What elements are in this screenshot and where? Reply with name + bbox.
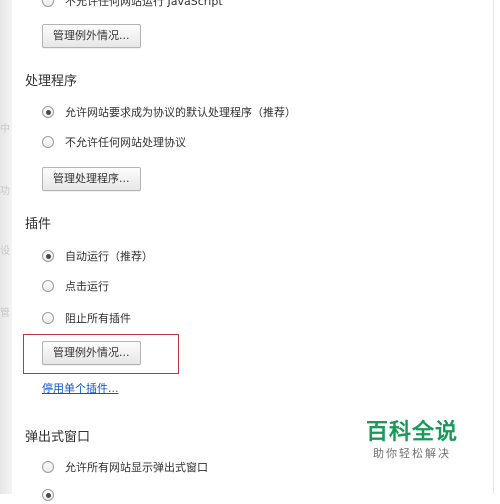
radio-button[interactable] bbox=[42, 136, 54, 148]
sidebar-ghost-glyph: 功 bbox=[0, 186, 10, 197]
radio-label: 自动运行（推荐） bbox=[65, 250, 153, 263]
manage-handlers-button[interactable]: 管理处理程序... bbox=[42, 167, 141, 191]
radio-popups-allow-all[interactable]: 允许所有网站显示弹出式窗口 bbox=[42, 458, 208, 476]
radio-plugins-auto[interactable]: 自动运行（推荐） bbox=[42, 247, 153, 265]
radio-label: 允许所有网站显示弹出式窗口 bbox=[65, 461, 208, 474]
watermark-title: 百科全说 bbox=[365, 420, 458, 445]
radio-handlers-block[interactable]: 不允许任何网站处理协议 bbox=[42, 133, 186, 151]
radio-label: 点击运行 bbox=[65, 280, 109, 293]
radio-label: 允许网站要求成为协议的默认处理程序（推荐） bbox=[65, 106, 296, 119]
radio-label: 不允许任何网站运行 JavaScript bbox=[65, 0, 223, 8]
watermark-subtitle: 助你轻松解决 bbox=[373, 447, 451, 460]
sidebar-ghost-glyph: 管 bbox=[0, 308, 10, 319]
radio-button[interactable] bbox=[42, 0, 54, 7]
radio-plugins-click-to-play[interactable]: 点击运行 bbox=[42, 277, 109, 295]
radio-button[interactable] bbox=[42, 280, 54, 292]
radio-javascript-block-all[interactable]: 不允许任何网站运行 JavaScript bbox=[42, 0, 223, 10]
sidebar-ghost-glyph: 设 bbox=[0, 246, 10, 257]
radio-handlers-allow[interactable]: 允许网站要求成为协议的默认处理程序（推荐） bbox=[42, 103, 296, 121]
sidebar-edge: 中 功 设 管 bbox=[0, 0, 12, 494]
radio-button[interactable] bbox=[42, 489, 54, 501]
content-divider bbox=[493, 0, 494, 494]
radio-label: 阻止所有插件 bbox=[65, 312, 131, 325]
watermark-logo: 百科全说 助你轻松解决 bbox=[362, 420, 462, 462]
section-title-popups: 弹出式窗口 bbox=[25, 430, 91, 445]
disable-individual-plugins-link[interactable]: 停用单个插件... bbox=[42, 380, 119, 396]
radio-label: 不允许任何网站处理协议 bbox=[65, 136, 186, 149]
javascript-manage-exceptions-button[interactable]: 管理例外情况... bbox=[42, 24, 141, 48]
radio-button[interactable] bbox=[42, 250, 54, 262]
section-title-plugins: 插件 bbox=[25, 217, 52, 232]
plugins-manage-exceptions-button[interactable]: 管理例外情况... bbox=[42, 341, 141, 365]
radio-button[interactable] bbox=[42, 106, 54, 118]
radio-button[interactable] bbox=[42, 312, 54, 324]
section-title-handlers: 处理程序 bbox=[25, 74, 78, 89]
radio-plugins-block-all[interactable]: 阻止所有插件 bbox=[42, 309, 131, 327]
radio-button[interactable] bbox=[42, 461, 54, 473]
sidebar-ghost-glyph: 中 bbox=[0, 124, 10, 135]
radio-popups-block-partial[interactable] bbox=[42, 486, 54, 504]
